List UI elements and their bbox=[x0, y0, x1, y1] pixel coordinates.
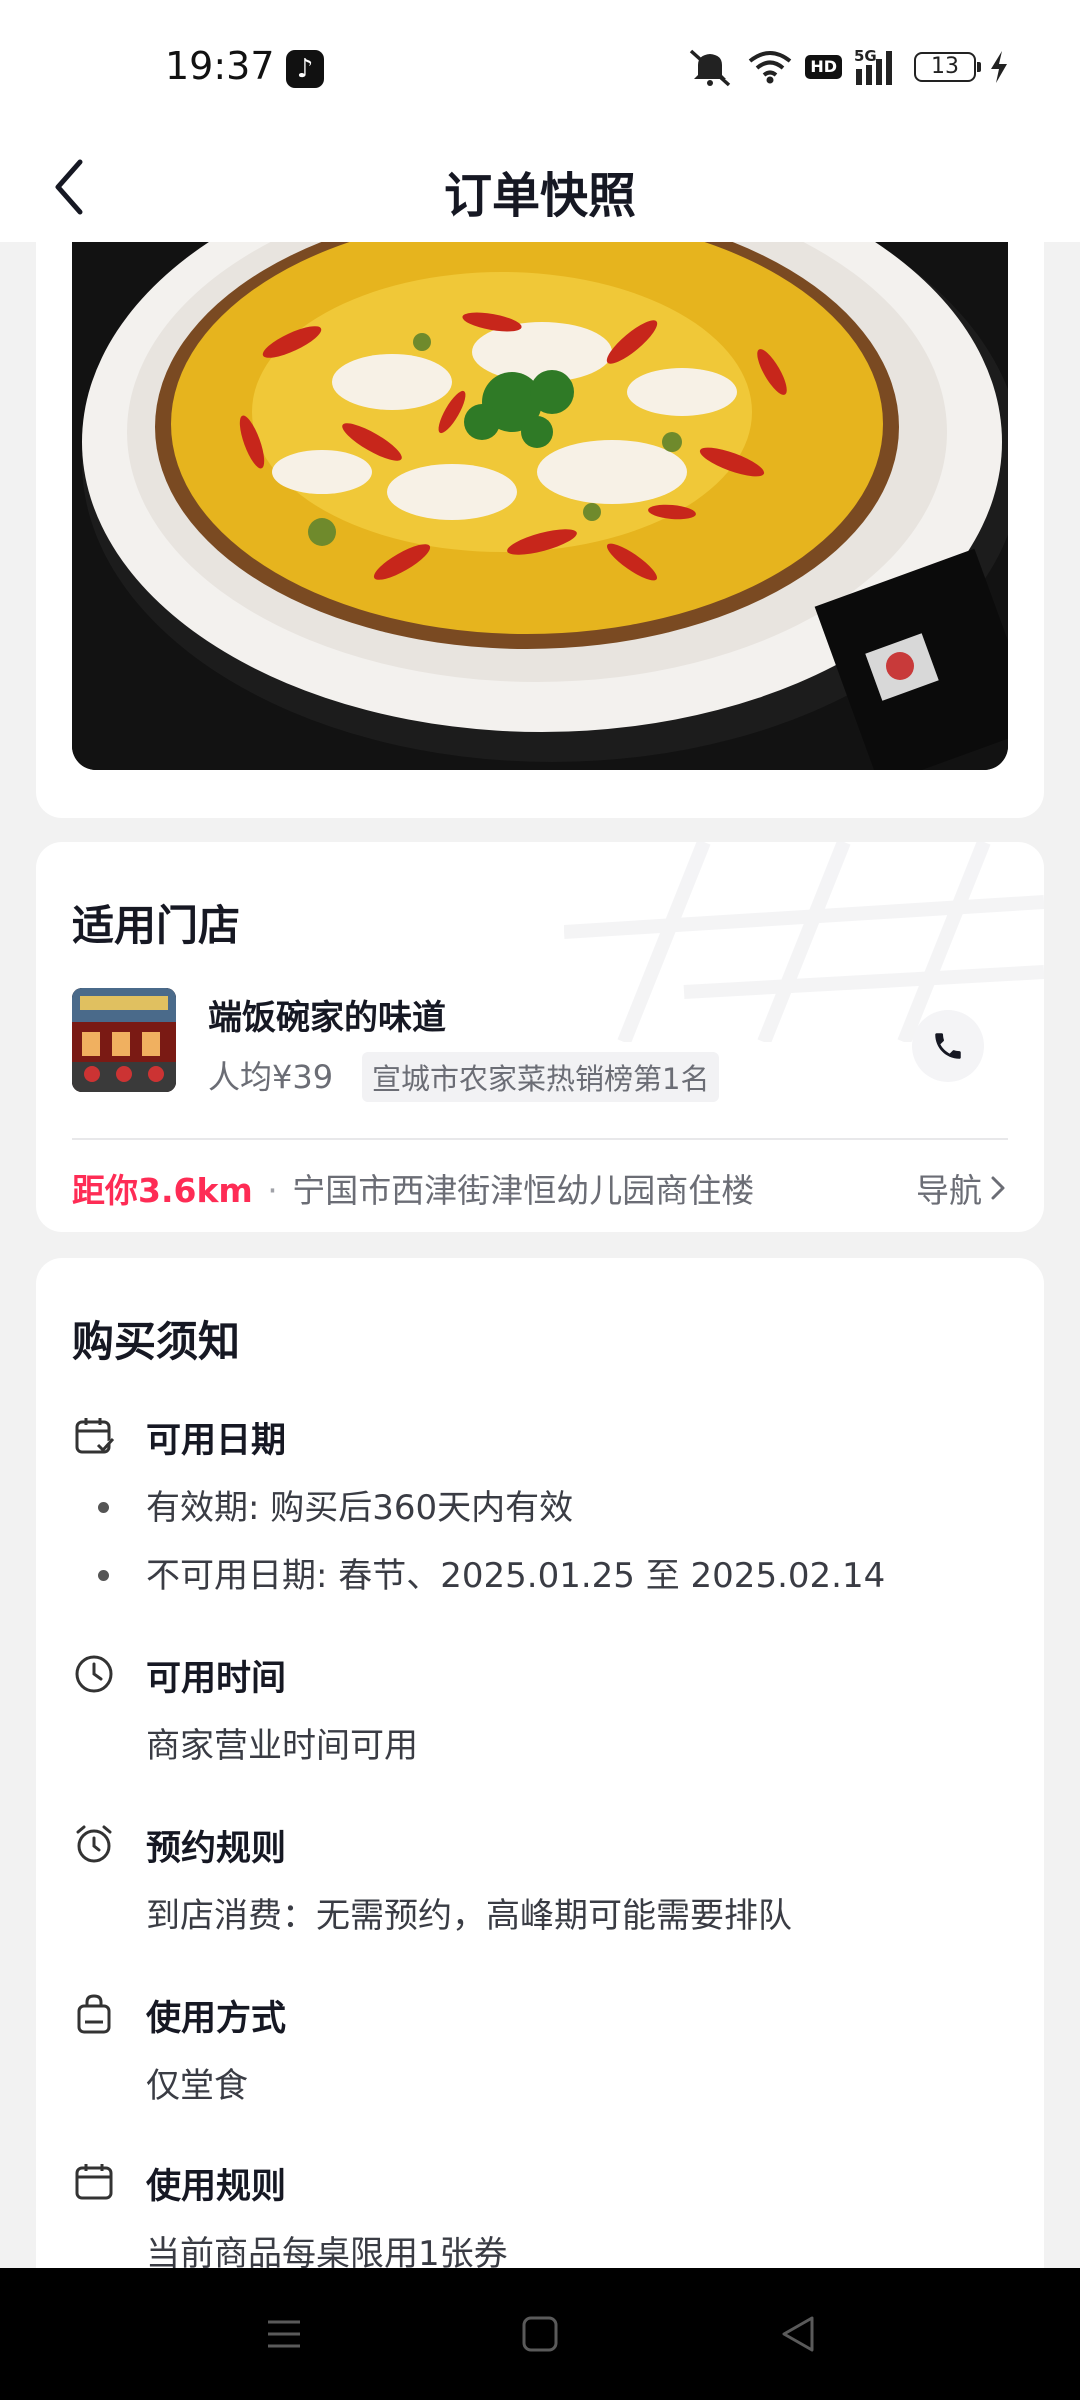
divider bbox=[72, 1138, 1008, 1140]
separator-dot: · bbox=[267, 1171, 278, 1210]
bullet bbox=[98, 1570, 109, 1581]
status-icons: HD 5G 13 bbox=[685, 44, 1010, 90]
distance-label: 距你3.6km bbox=[72, 1171, 253, 1210]
menu-icon[interactable] bbox=[258, 2308, 310, 2360]
notice-section-title: 购买须知 bbox=[72, 1317, 241, 1366]
battery-icon: 13 bbox=[914, 52, 981, 82]
notice-title-booking: 预约规则 bbox=[146, 1829, 287, 1869]
system-nav-bar bbox=[0, 2268, 1080, 2400]
top-header: 订单快照 bbox=[0, 130, 1080, 242]
store-avg-price: 人均¥39 bbox=[208, 1058, 334, 1096]
signal-5g-icon: 5G bbox=[854, 47, 892, 85]
wifi-icon bbox=[749, 51, 792, 84]
store-thumbnail[interactable] bbox=[72, 988, 176, 1092]
clock-icon bbox=[75, 1655, 113, 1693]
notice-line: 商家营业时间可用 bbox=[146, 1726, 418, 1766]
store-location-row: 距你3.6km · 宁国市西津街津恒幼儿园商住楼 导航 bbox=[72, 1164, 1008, 1214]
purchase-notice-card: 购买须知 可用日期 有效期: 购买后360天内有效 不可用日期: 春节、2025… bbox=[36, 1258, 1044, 2400]
call-button[interactable] bbox=[912, 1010, 984, 1082]
store-address: 宁国市西津街津恒幼儿园商住楼 bbox=[292, 1171, 755, 1210]
map-background bbox=[564, 842, 1044, 1042]
store-name[interactable]: 端饭碗家的味道 bbox=[208, 990, 446, 1039]
bag-icon bbox=[77, 1994, 111, 2034]
notice-title-rules: 使用规则 bbox=[146, 2167, 287, 2207]
alarm-icon bbox=[76, 1825, 112, 1863]
status-time: 19:37 bbox=[165, 44, 275, 88]
home-icon[interactable] bbox=[514, 2308, 566, 2360]
notice-title-time: 可用时间 bbox=[146, 1659, 287, 1699]
store-section-title: 适用门店 bbox=[72, 901, 241, 950]
notice-title-dates: 可用日期 bbox=[146, 1421, 287, 1461]
tiktok-icon: ♪ bbox=[286, 50, 324, 88]
page-title: 订单快照 bbox=[443, 168, 636, 224]
calendar-check-icon bbox=[75, 1418, 115, 1454]
calendar-icon bbox=[75, 2164, 113, 2200]
store-rank-badge[interactable]: 宣城市农家菜热销榜第1名 bbox=[362, 1052, 720, 1102]
svg-text:5G: 5G bbox=[854, 47, 877, 65]
back-icon[interactable] bbox=[772, 2308, 824, 2360]
charging-icon bbox=[991, 51, 1007, 83]
notice-line: 不可用日期: 春节、2025.01.25 至 2025.02.14 bbox=[146, 1556, 886, 1596]
product-image-card bbox=[36, 200, 1044, 818]
store-card: 适用门店 端饭碗家的味道 人均¥39 宣城市农家菜热销榜第1名 距你3.6km … bbox=[36, 842, 1044, 1232]
phone-icon bbox=[935, 1033, 961, 1059]
notice-line: 到店消费：无需预约，高峰期可能需要排队 bbox=[146, 1896, 792, 1936]
chevron-right-icon bbox=[991, 1176, 1005, 1200]
status-bar: 19:37 ♪ HD 5G 13 bbox=[0, 0, 1080, 130]
dish-photo[interactable] bbox=[72, 242, 1008, 770]
nav-label: 导航 bbox=[916, 1171, 982, 1210]
mute-icon bbox=[690, 49, 731, 87]
notice-line: 有效期: 购买后360天内有效 bbox=[146, 1488, 574, 1528]
notice-line: 仅堂食 bbox=[146, 2066, 248, 2106]
dish-image bbox=[72, 242, 1008, 770]
hd-icon: HD bbox=[805, 55, 842, 79]
navigation-link[interactable]: 导航 bbox=[916, 1164, 1008, 1212]
bullet bbox=[98, 1502, 109, 1513]
notice-title-usage: 使用方式 bbox=[146, 1999, 287, 2039]
